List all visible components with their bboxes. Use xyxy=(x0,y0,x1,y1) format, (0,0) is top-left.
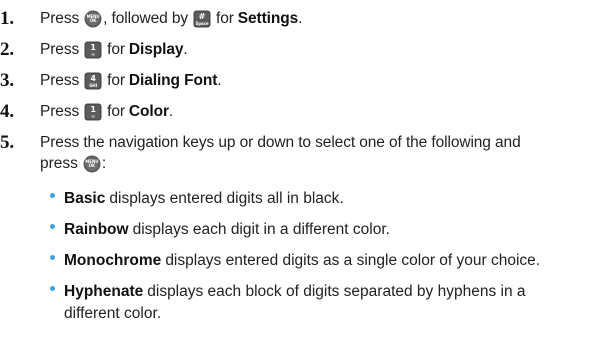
key-label-bottom: ✉ xyxy=(91,114,95,119)
key-label-top: # xyxy=(198,12,206,21)
step-text: Press xyxy=(40,10,80,27)
step-text: for xyxy=(215,10,234,27)
option-description: displays entered digits as a single colo… xyxy=(165,252,541,269)
menu-target: Dialing Font xyxy=(128,72,218,89)
step-text: , followed by xyxy=(103,10,188,27)
key-label: MENU OK xyxy=(85,159,99,168)
bullet-icon xyxy=(50,254,55,260)
step-text: press xyxy=(40,155,78,172)
option-basic: Basic displays entered digits all in bla… xyxy=(50,188,344,210)
step-text: for xyxy=(107,103,125,120)
key-label-bottom: GHI xyxy=(89,83,98,88)
option-monochrome: Monochrome displays entered digits as a … xyxy=(50,250,540,272)
option-term: Basic xyxy=(64,190,106,207)
option-description: different color. xyxy=(64,305,162,322)
step-end: . xyxy=(183,41,188,58)
option-term: Monochrome xyxy=(64,252,162,269)
step-text: Press xyxy=(40,103,80,120)
bullet-icon xyxy=(50,285,55,291)
key-label-bottom: ✉ xyxy=(91,52,95,57)
step-number: 4. xyxy=(0,101,15,122)
key-label: MENU OK xyxy=(86,14,100,23)
menu-target: Settings xyxy=(237,10,299,27)
one-key-icon: 1 ✉ xyxy=(84,103,102,121)
option-description: displays each digit in a different color… xyxy=(132,221,390,238)
four-key-icon: 4 GHI xyxy=(84,72,102,90)
bullet-icon xyxy=(50,192,55,198)
option-description: displays entered digits all in black. xyxy=(109,190,344,207)
instruction-document: 1. Press MENU OK , followed by # Space fo… xyxy=(0,0,602,339)
step-text: for xyxy=(107,41,125,58)
step-5: 5. Press the navigation keys up or down … xyxy=(0,131,521,155)
step-end: . xyxy=(217,72,222,89)
step-text: Press the navigation keys up or down to … xyxy=(40,134,521,151)
menu-target: Color xyxy=(128,103,169,120)
step-1: 1. Press MENU OK , followed by # Space fo… xyxy=(0,7,302,31)
step-number: 3. xyxy=(0,70,15,91)
step-end: . xyxy=(298,10,303,27)
step-end: . xyxy=(168,103,174,120)
step-4: 4. Press 1 ✉ for Color . xyxy=(0,100,173,124)
step-text: for xyxy=(107,72,125,89)
bullet-icon xyxy=(50,223,55,229)
key-label-top: 1 xyxy=(90,105,96,114)
option-term: Rainbow xyxy=(64,221,129,238)
option-hyphenate: Hyphenate displays each block of digits … xyxy=(50,281,526,303)
step-end: : xyxy=(101,155,107,172)
key-label-bottom: Space xyxy=(195,21,209,26)
option-hyphenate-continuation: different color. xyxy=(64,303,161,325)
option-rainbow: Rainbow displays each digit in a differe… xyxy=(50,219,390,241)
menu-ok-key-icon: MENU OK xyxy=(83,155,101,173)
menu-target: Display xyxy=(128,41,184,58)
step-text: Press xyxy=(40,41,80,58)
step-text: Press xyxy=(40,72,80,89)
key-label-top: 4 xyxy=(90,74,96,83)
option-term: Hyphenate xyxy=(64,283,144,300)
step-number: 5. xyxy=(0,132,15,153)
pound-space-key-icon: # Space xyxy=(193,10,211,28)
step-5-continuation: press MENU OK : xyxy=(40,153,106,175)
key-label-top: 1 xyxy=(90,43,96,52)
menu-ok-key-icon: MENU OK xyxy=(84,10,102,28)
step-number: 2. xyxy=(0,39,15,60)
step-2: 2. Press 1 ✉ for Display . xyxy=(0,38,188,62)
option-description: displays each block of digits separated … xyxy=(147,283,526,300)
step-3: 3. Press 4 GHI for Dialing Font . xyxy=(0,69,222,93)
step-number: 1. xyxy=(0,8,15,29)
one-key-icon: 1 ✉ xyxy=(84,41,102,59)
